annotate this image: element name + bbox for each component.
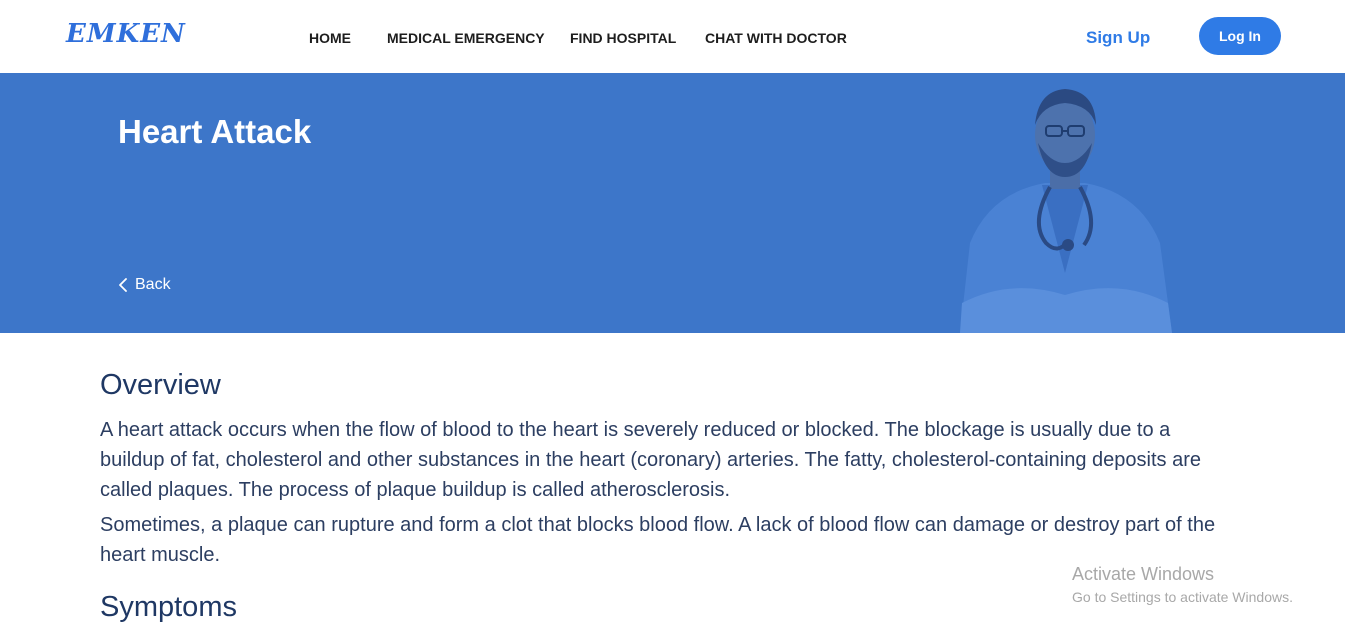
- nav-link-home[interactable]: HOME: [309, 30, 351, 46]
- nav-link-chat-with-doctor[interactable]: CHAT WITH DOCTOR: [705, 30, 847, 46]
- navbar: EMKEN HOME MEDICAL EMERGENCY FIND HOSPIT…: [0, 0, 1345, 73]
- nav-link-find-hospital[interactable]: FIND HOSPITAL: [570, 30, 676, 46]
- sign-up-link[interactable]: Sign Up: [1086, 28, 1150, 48]
- symptoms-heading: Symptoms: [100, 591, 237, 623]
- back-link[interactable]: Back: [118, 276, 171, 294]
- watermark-subtitle: Go to Settings to activate Windows.: [1072, 589, 1293, 605]
- log-in-button[interactable]: Log In: [1199, 17, 1281, 55]
- nav-link-medical-emergency[interactable]: MEDICAL EMERGENCY: [387, 30, 545, 46]
- hero-banner: Heart Attack Back: [0, 73, 1345, 333]
- back-label: Back: [135, 276, 171, 293]
- doctor-illustration: [960, 89, 1172, 333]
- overview-paragraph: A heart attack occurs when the flow of b…: [100, 419, 1201, 501]
- overview-paragraph: Sometimes, a plaque can rupture and form…: [100, 514, 1216, 566]
- page-title: Heart Attack: [118, 113, 312, 150]
- watermark-title: Activate Windows: [1072, 564, 1215, 584]
- chevron-left-icon: [119, 278, 127, 292]
- logo[interactable]: EMKEN: [66, 19, 186, 49]
- activation-watermark: Activate Windows Go to Settings to activ…: [1072, 564, 1293, 605]
- overview-heading: Overview: [100, 369, 221, 401]
